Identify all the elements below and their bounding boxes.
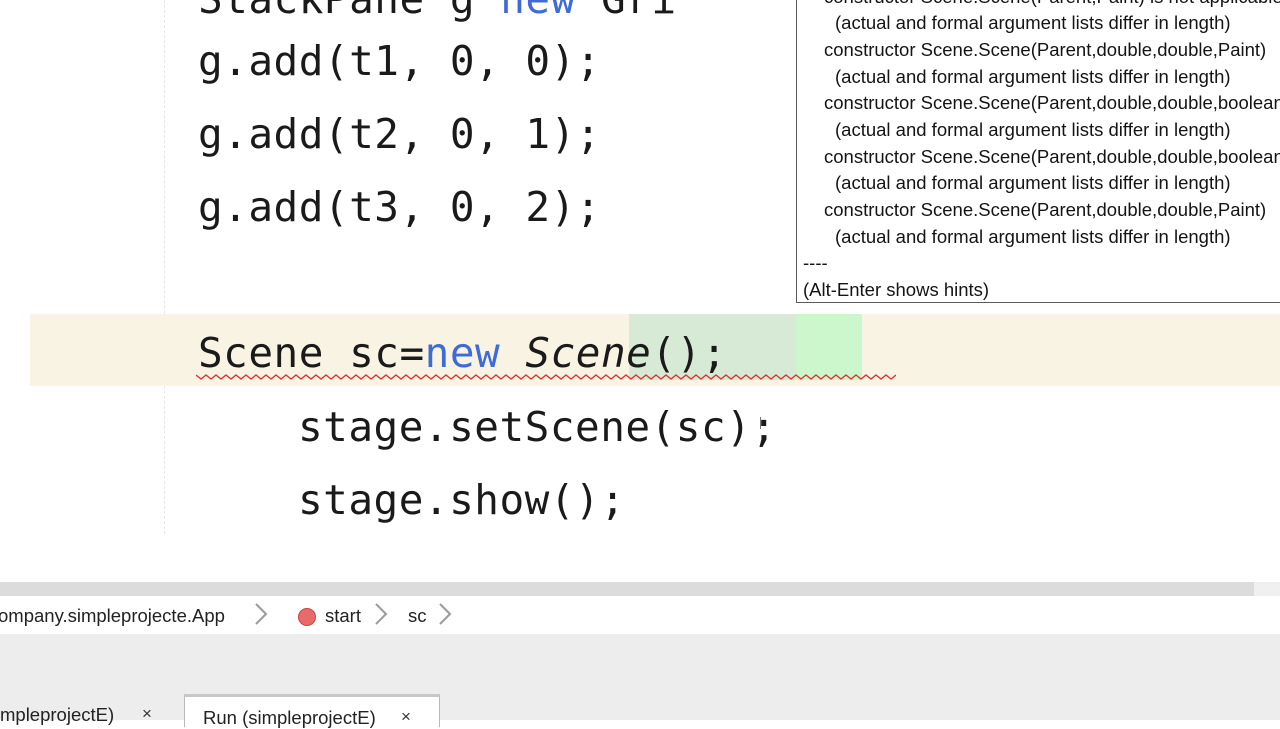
error-underline: [196, 374, 896, 380]
keyword-new: new: [500, 0, 576, 23]
chevron-right-icon: [375, 603, 388, 625]
close-icon[interactable]: ×: [401, 707, 411, 727]
tooltip-line: constructor Scene.Scene(Parent,Paint) is…: [824, 0, 1280, 8]
chevron-right-icon: [439, 603, 452, 625]
tooltip-line: (actual and formal argument lists differ…: [835, 119, 1231, 140]
horizontal-scrollbar[interactable]: [0, 582, 1280, 596]
code-line-add-t3[interactable]: g.add(t3, 0, 2);: [198, 172, 601, 242]
tooltip-line: (actual and formal argument lists differ…: [835, 66, 1231, 87]
code-line-add-t1[interactable]: g.add(t1, 0, 0);: [198, 26, 601, 96]
code-line-add-t2[interactable]: g.add(t2, 0, 1);: [198, 99, 601, 169]
tab-run-output[interactable]: Run (simpleprojectE) ×: [184, 694, 440, 728]
class-name: Scene: [525, 329, 652, 377]
close-icon[interactable]: ×: [142, 704, 152, 724]
panel-header-strip: [0, 634, 1280, 688]
tooltip-separator: ----: [803, 252, 828, 273]
code-editor[interactable]: StackPane g new Gri g.add(t1, 0, 0); g.a…: [0, 0, 1280, 582]
code-line-set-scene[interactable]: stage.setScene(sc);: [298, 392, 777, 462]
tooltip-hint: (Alt-Enter shows hints): [803, 279, 990, 300]
tooltip-line: constructor Scene.Scene(Parent,double,do…: [824, 92, 1280, 113]
tooltip-line: constructor Scene.Scene(Parent,double,do…: [824, 146, 1280, 167]
breadcrumb-item-variable[interactable]: sc: [408, 605, 427, 627]
breadcrumb: ompany.simpleprojecte.App start sc: [0, 596, 1280, 635]
tooltip-line: (actual and formal argument lists differ…: [835, 226, 1231, 247]
output-tabbar: mpleprojectE) × Run (simpleprojectE) ×: [0, 688, 1280, 728]
error-tooltip: constructor Scene.Scene(Parent,Paint) is…: [796, 0, 1280, 303]
tooltip-line: (actual and formal argument lists differ…: [835, 172, 1231, 193]
chevron-right-icon: [255, 603, 268, 625]
code-parens: (): [651, 329, 702, 377]
tab-label: mpleprojectE): [0, 704, 115, 725]
code-semicolon: ;: [701, 329, 727, 377]
mouse-ibeam-cursor: [760, 417, 762, 429]
code-text: Scene sc=: [198, 329, 425, 377]
code-text: stage.setScene: [298, 403, 651, 451]
breadcrumb-item-method[interactable]: start: [325, 605, 361, 627]
keyword-new: new: [424, 329, 501, 377]
paren-match-highlight: [796, 314, 862, 380]
scrollbar-thumb[interactable]: [0, 582, 1254, 596]
tooltip-line: constructor Scene.Scene(Parent,double,do…: [824, 39, 1267, 60]
code-text: Gri: [576, 0, 677, 23]
breadcrumb-item-class[interactable]: ompany.simpleprojecte.App: [0, 605, 225, 627]
indent-guide: [164, 0, 165, 534]
tooltip-line: (actual and formal argument lists differ…: [835, 12, 1231, 33]
tab-label: Run (simpleprojectE): [203, 707, 376, 728]
code-text: StackPane g: [198, 0, 500, 23]
code-text: (sc);: [650, 403, 777, 451]
method-icon: [298, 608, 316, 626]
tooltip-line: constructor Scene.Scene(Parent,double,do…: [824, 199, 1267, 220]
code-line-show[interactable]: stage.show();: [298, 465, 625, 535]
